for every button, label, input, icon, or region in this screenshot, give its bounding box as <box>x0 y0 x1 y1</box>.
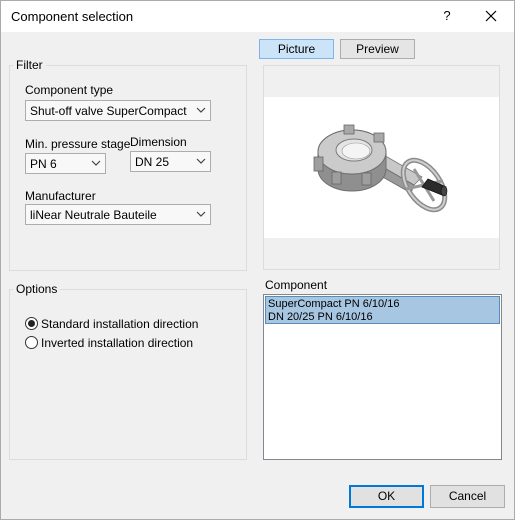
tab-picture[interactable]: Picture <box>259 39 334 59</box>
manufacturer-label: Manufacturer <box>25 189 96 203</box>
component-list[interactable]: SuperCompact PN 6/10/16 DN 20/25 PN 6/10… <box>263 294 502 460</box>
picture-panel <box>263 65 500 270</box>
standard-direction-label[interactable]: Standard installation direction <box>41 317 198 331</box>
list-item-line-1: SuperCompact PN 6/10/16 <box>268 298 400 310</box>
pressure-stage-label: Min. pressure stage <box>25 137 131 151</box>
chevron-down-icon <box>196 107 206 113</box>
help-button[interactable]: ? <box>437 6 457 26</box>
list-item[interactable]: SuperCompact PN 6/10/16 DN 20/25 PN 6/10… <box>265 296 500 324</box>
tab-preview[interactable]: Preview <box>340 39 415 59</box>
dimension-label: Dimension <box>130 135 187 149</box>
component-type-combo[interactable]: Shut-off valve SuperCompact <box>25 100 211 121</box>
component-selection-dialog: Component selection ? Filter Component t… <box>0 0 515 520</box>
options-group <box>9 289 247 460</box>
list-item-line-2: DN 20/25 PN 6/10/16 <box>268 311 373 323</box>
component-type-label: Component type <box>25 83 114 97</box>
component-type-value: Shut-off valve SuperCompact <box>30 104 187 118</box>
window-title: Component selection <box>11 9 134 24</box>
standard-direction-radio[interactable] <box>25 317 38 330</box>
chevron-down-icon <box>91 160 101 166</box>
close-icon <box>485 10 497 22</box>
manufacturer-combo[interactable]: liNear Neutrale Bauteile <box>25 204 211 225</box>
dimension-combo[interactable]: DN 25 <box>130 151 211 172</box>
title-bar: Component selection ? <box>1 1 514 32</box>
chevron-down-icon <box>196 158 206 164</box>
ok-button[interactable]: OK <box>349 485 424 508</box>
cancel-button[interactable]: Cancel <box>430 485 505 508</box>
options-group-label: Options <box>13 282 61 296</box>
inverted-direction-radio[interactable] <box>25 336 38 349</box>
component-label: Component <box>265 278 328 292</box>
filter-group-label: Filter <box>13 58 46 72</box>
pressure-stage-value: PN 6 <box>30 157 57 171</box>
dimension-value: DN 25 <box>135 155 170 169</box>
chevron-down-icon <box>196 211 206 217</box>
pressure-stage-combo[interactable]: PN 6 <box>25 153 106 174</box>
valve-3d-picture <box>313 124 448 213</box>
inverted-direction-label[interactable]: Inverted installation direction <box>41 336 193 350</box>
component-picture <box>264 97 499 238</box>
close-button[interactable] <box>479 6 503 26</box>
manufacturer-value: liNear Neutrale Bauteile <box>30 208 157 222</box>
